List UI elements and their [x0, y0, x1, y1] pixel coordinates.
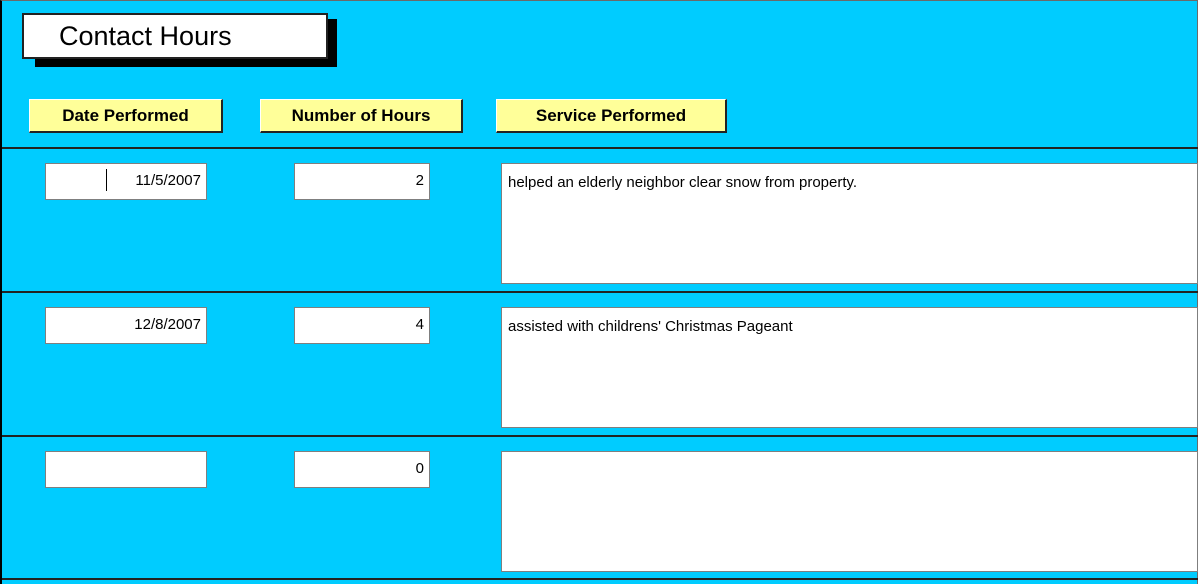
number-of-hours-field[interactable]: 0: [294, 451, 430, 488]
number-of-hours-header: Number of Hours: [260, 99, 463, 133]
row-divider: [2, 147, 1198, 149]
date-performed-field[interactable]: 11/5/2007: [45, 163, 207, 200]
row-divider: [2, 291, 1198, 293]
service-performed-field[interactable]: [501, 451, 1198, 572]
row-divider: [2, 435, 1198, 437]
number-of-hours-field[interactable]: 2: [294, 163, 430, 200]
number-of-hours-field[interactable]: 4: [294, 307, 430, 344]
text-cursor: [106, 169, 107, 191]
service-performed-field[interactable]: assisted with childrens' Christmas Pagea…: [501, 307, 1198, 428]
date-performed-field[interactable]: [45, 451, 207, 488]
date-performed-field[interactable]: 12/8/2007: [45, 307, 207, 344]
form-title: Contact Hours: [22, 13, 328, 59]
date-performed-header: Date Performed: [29, 99, 223, 133]
service-performed-header: Service Performed: [496, 99, 727, 133]
service-performed-field[interactable]: helped an elderly neighbor clear snow fr…: [501, 163, 1198, 284]
contact-hours-form: Contact Hours Date Performed Number of H…: [0, 0, 1198, 584]
row-divider: [2, 578, 1198, 580]
